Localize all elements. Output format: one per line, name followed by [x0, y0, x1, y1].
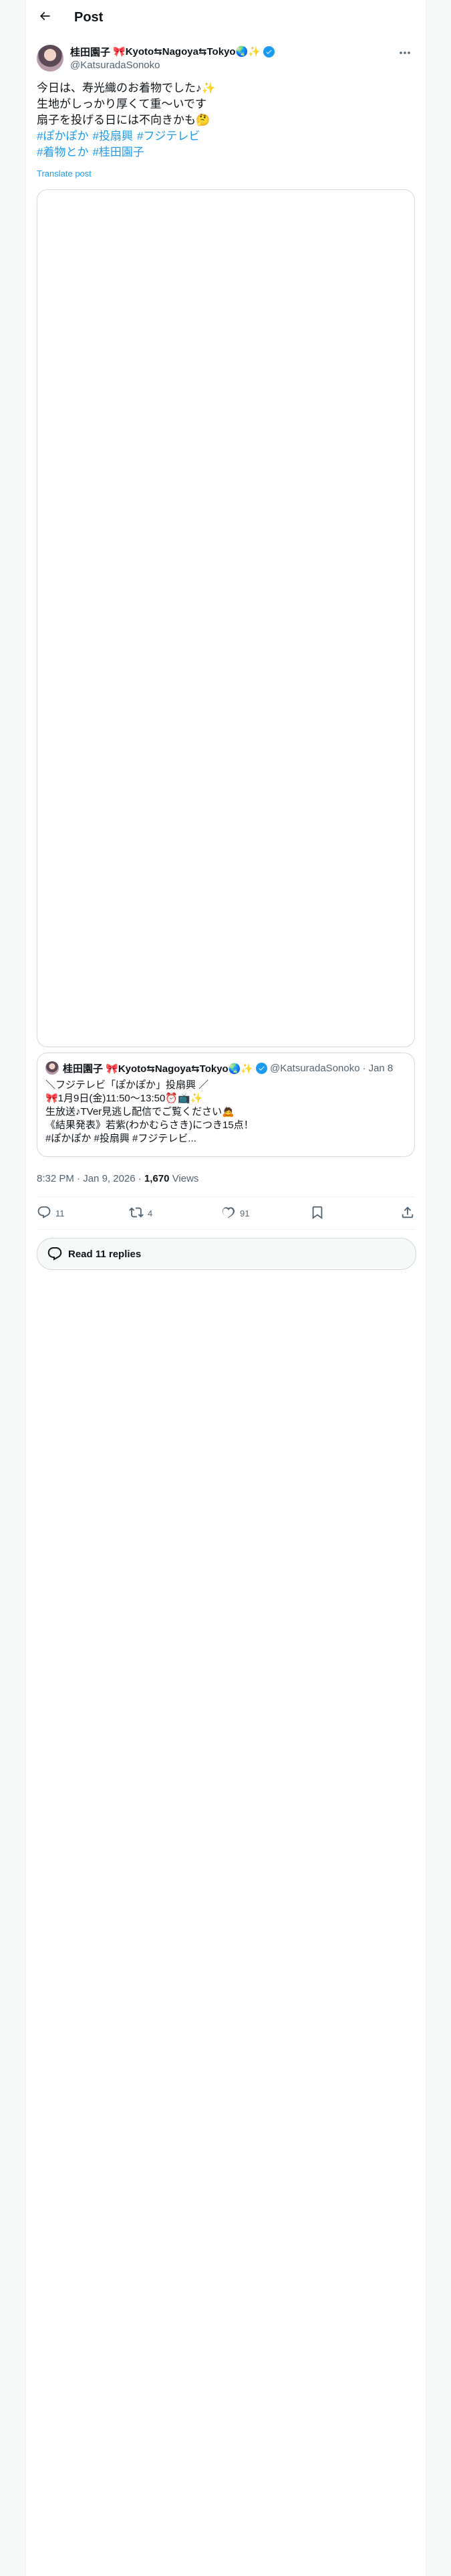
- views-count: 1,670: [144, 1173, 170, 1184]
- share-icon: [400, 1205, 415, 1222]
- author-name-suffix[interactable]: 🎀Kyoto⇆Nagoya⇆Tokyo🌏✨: [113, 45, 261, 58]
- more-dots-icon: [399, 46, 411, 58]
- like-count: 91: [240, 1208, 250, 1218]
- author-name-row[interactable]: 桂田園子 🎀Kyoto⇆Nagoya⇆Tokyo🌏✨: [70, 45, 275, 58]
- verified-badge-icon: [256, 1062, 268, 1074]
- hashtag-line: #ぽかぽか #投扇興 #フジテレビ: [37, 128, 415, 144]
- quoted-text-line: ＼フジテレビ「ぽかぽか」投扇興 ／: [45, 1079, 209, 1091]
- hashtag-link[interactable]: #着物とか: [37, 146, 88, 158]
- bookmark-button[interactable]: [310, 1205, 325, 1222]
- hashtag-line: #着物とか #桂田園子: [37, 144, 415, 160]
- share-button[interactable]: [400, 1205, 415, 1222]
- author-name[interactable]: 桂田園子: [70, 45, 110, 59]
- quoted-author-avatar: [45, 1061, 59, 1075]
- quoted-author-handle: @KatsuradaSonoko: [270, 1062, 360, 1074]
- heart-icon: [221, 1205, 236, 1222]
- read-replies-button[interactable]: Read 11 replies: [37, 1238, 416, 1270]
- divider: [37, 1229, 415, 1230]
- reply-button[interactable]: 11: [37, 1205, 65, 1222]
- quoted-text-line: 《結果発表》若紫(わかむらさき)につき15点！: [45, 1119, 254, 1131]
- hashtag-link[interactable]: #桂田園子: [92, 146, 144, 158]
- quoted-post-text: ＼フジテレビ「ぽかぽか」投扇興 ／ 🎀1月9日(金)11:50〜13:50⏰📺✨…: [45, 1079, 406, 1146]
- post-date[interactable]: Jan 9, 2026: [83, 1173, 135, 1184]
- action-bar: 11 4 91: [26, 1197, 426, 1229]
- author-avatar[interactable]: [37, 45, 63, 72]
- repost-count: 4: [148, 1208, 153, 1218]
- post-text-line: 生地がしっかり厚くて重〜いです: [37, 98, 206, 110]
- post-page: Post 桂田園子 🎀Kyoto⇆Nagoya⇆Tokyo🌏✨ @Katsura…: [25, 0, 426, 2576]
- quoted-post[interactable]: 桂田園子 🎀Kyoto⇆Nagoya⇆Tokyo🌏✨ @KatsuradaSon…: [37, 1053, 415, 1157]
- arrow-left-icon: [38, 9, 51, 26]
- quoted-text-line: 🎀1月9日(金)11:50〜13:50⏰📺✨: [45, 1093, 203, 1104]
- views-label: Views: [172, 1173, 199, 1184]
- post-time[interactable]: 8:32 PM: [37, 1173, 74, 1184]
- post-text: 今日は、寿光織のお着物でした♪✨ 生地がしっかり厚くて重〜いです 扇子を投げる日…: [37, 80, 415, 160]
- translate-post-link[interactable]: Translate post: [37, 169, 92, 179]
- post-text-line: 今日は、寿光織のお着物でした♪✨: [37, 82, 216, 94]
- hashtag-link[interactable]: #フジテレビ: [137, 130, 200, 142]
- hashtag-link[interactable]: #投扇興: [92, 130, 132, 142]
- quoted-text-line: 生放送♪TVer見逃し配信でご覧ください🙇: [45, 1106, 235, 1117]
- like-button[interactable]: 91: [221, 1205, 249, 1222]
- quoted-dot-separator: ·: [362, 1062, 366, 1074]
- hashtag-link[interactable]: #ぽかぽか: [37, 130, 88, 142]
- reply-icon: [37, 1205, 51, 1222]
- reply-count: 11: [55, 1208, 65, 1218]
- read-replies-label: Read 11 replies: [68, 1248, 142, 1260]
- post-media[interactable]: [37, 189, 415, 1047]
- quoted-text-line: #ぽかぽか #投扇興 #フジテレビ...: [45, 1133, 196, 1144]
- page-title: Post: [74, 10, 104, 25]
- bookmark-icon: [310, 1205, 325, 1222]
- meta-separator: ·: [138, 1173, 142, 1184]
- quoted-post-header: 桂田園子 🎀Kyoto⇆Nagoya⇆Tokyo🌏✨ @KatsuradaSon…: [63, 1061, 393, 1075]
- more-options-button[interactable]: [395, 45, 415, 59]
- repost-button[interactable]: 4: [129, 1205, 152, 1222]
- verified-badge-icon: [263, 45, 275, 58]
- quoted-post-date: Jan 8: [368, 1062, 394, 1074]
- back-button[interactable]: [33, 5, 57, 29]
- post-meta: 8:32 PM · Jan 9, 2026 · 1,670 Views: [37, 1172, 198, 1186]
- post-text-line: 扇子を投げる日には不向きかも🤔: [37, 114, 210, 126]
- chat-bubbles-icon: [47, 1246, 63, 1262]
- meta-separator: ·: [77, 1173, 81, 1184]
- quoted-author-name: 桂田園子 🎀Kyoto⇆Nagoya⇆Tokyo🌏✨: [63, 1063, 254, 1075]
- repost-icon: [129, 1205, 144, 1222]
- author-handle[interactable]: @KatsuradaSonoko: [70, 59, 160, 72]
- post-header: Post: [26, 0, 426, 35]
